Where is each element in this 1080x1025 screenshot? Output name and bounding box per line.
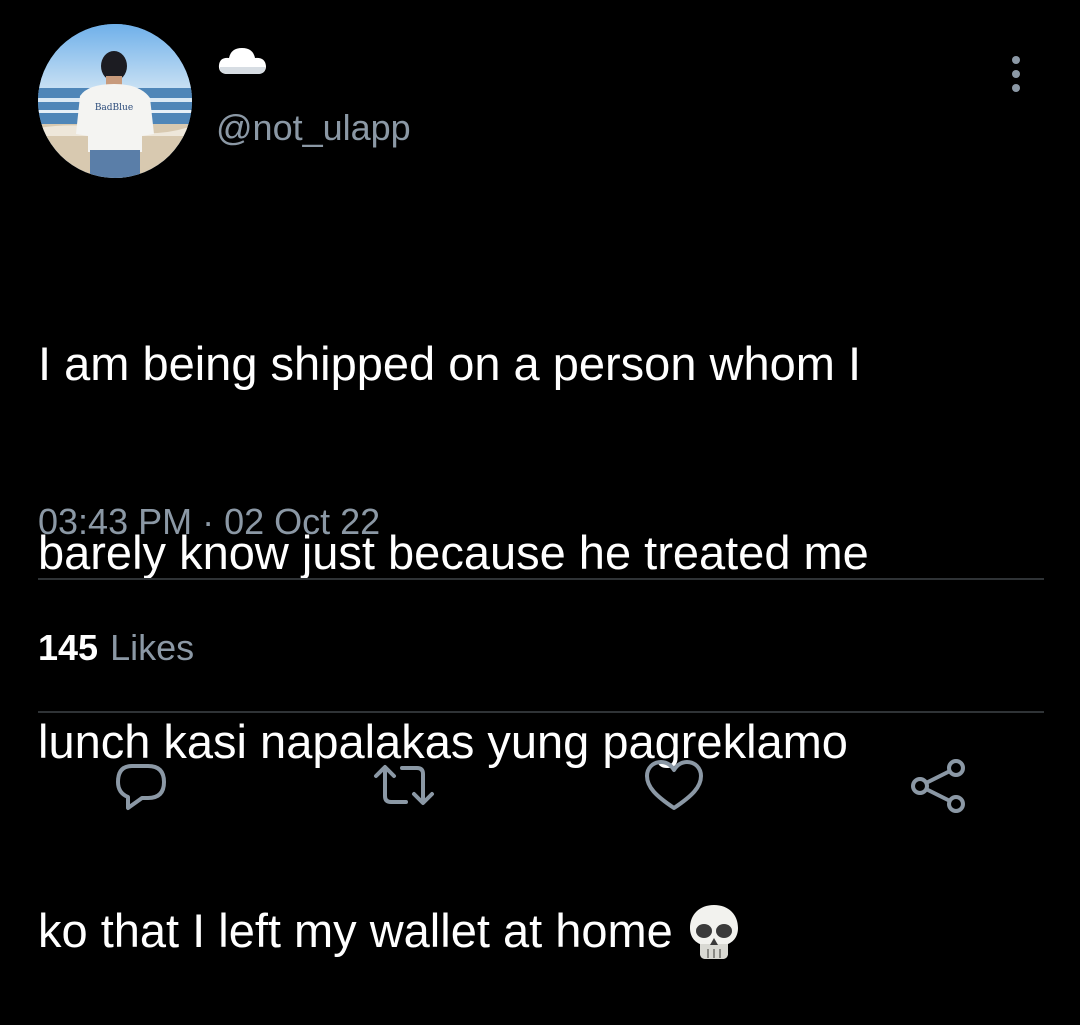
like-button[interactable] (642, 756, 706, 816)
likes-summary[interactable]: 145 Likes (38, 626, 194, 670)
divider (38, 711, 1044, 713)
heart-icon (645, 760, 703, 810)
tweet-text-line-last: ko that I left my wallet at home (38, 899, 1038, 962)
likes-count: 145 (38, 627, 99, 668)
tweet-text-line: lunch kasi napalakas yung pagreklamo (38, 715, 848, 768)
avatar[interactable]: BadBlue (38, 24, 192, 178)
user-handle[interactable]: @not_ulapp (216, 106, 411, 150)
tweet-text-line: I am being shipped on a person whom I (38, 337, 862, 390)
reply-icon (116, 764, 166, 810)
share-button[interactable] (906, 756, 970, 816)
likes-label: Likes (110, 627, 195, 668)
tweet-timestamp[interactable]: 03:43 PM · 02 Oct 22 (38, 500, 380, 544)
share-icon (911, 759, 965, 813)
display-name[interactable] (216, 44, 268, 78)
divider (38, 578, 1044, 580)
skull-icon (689, 905, 738, 959)
retweet-button[interactable] (372, 756, 436, 816)
tweet-text: I am being shipped on a person whom I ba… (38, 206, 1038, 1025)
reply-button[interactable] (110, 756, 174, 816)
avatar-image: BadBlue (38, 24, 192, 178)
cloud-icon (218, 48, 266, 74)
avatar-shirt-text: BadBlue (95, 103, 133, 113)
more-vertical-icon (1012, 56, 1020, 92)
more-options-button[interactable] (996, 52, 1036, 96)
tweet-text-line: ko that I left my wallet at home (38, 904, 673, 957)
retweet-icon (374, 765, 434, 805)
